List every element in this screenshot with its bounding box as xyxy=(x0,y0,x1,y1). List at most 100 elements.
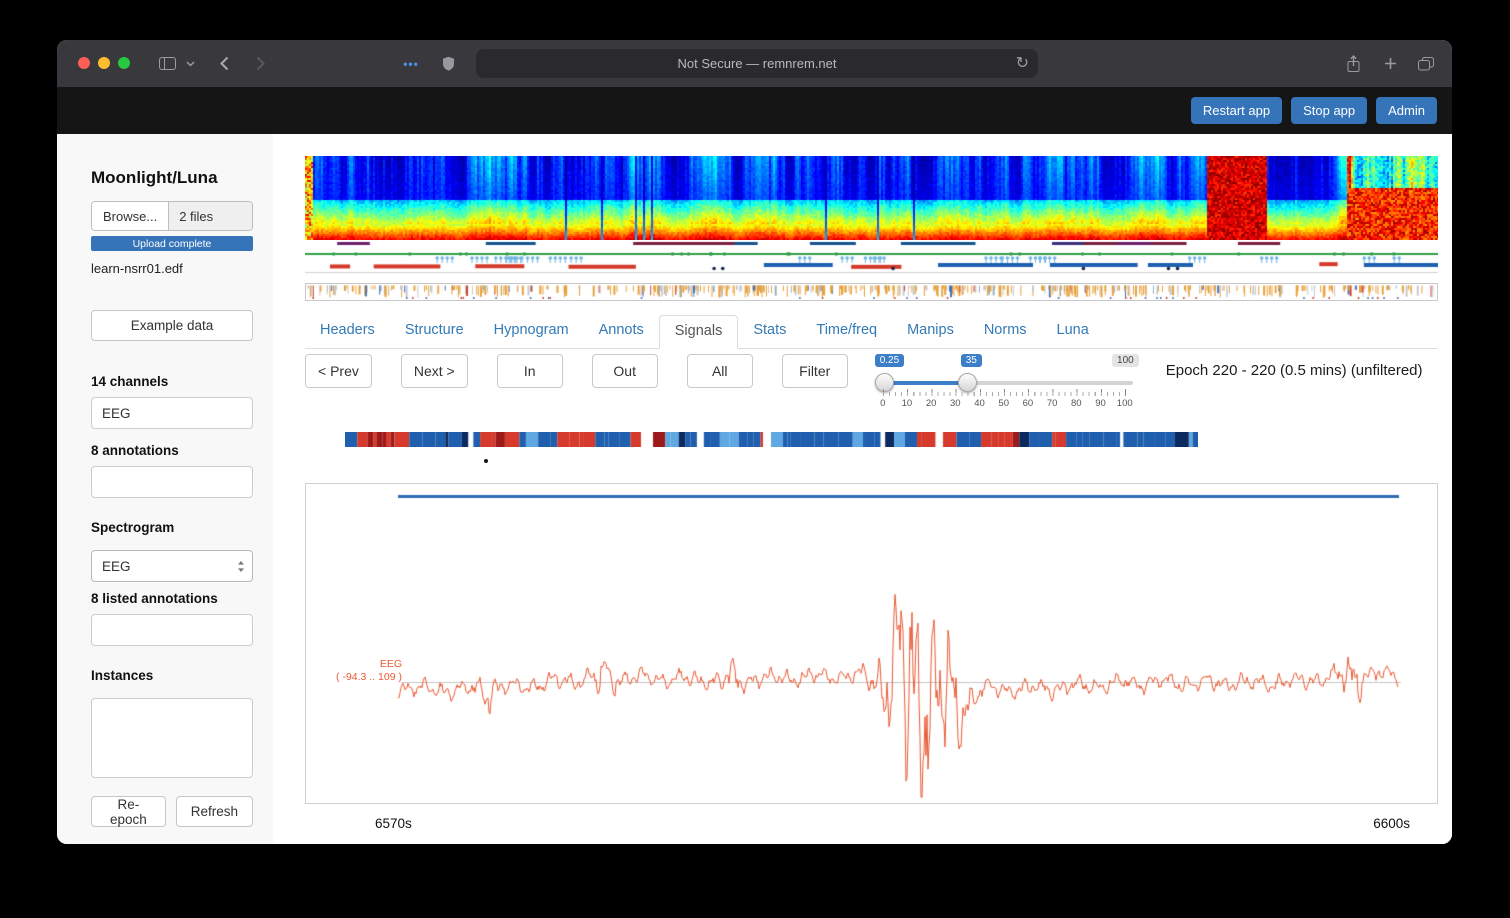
example-data-button[interactable]: Example data xyxy=(91,310,253,341)
slider-max-value: 100 xyxy=(1112,354,1139,367)
zoom-in-button[interactable]: In xyxy=(496,354,563,388)
annotation-tracks[interactable] xyxy=(305,241,1438,281)
reepoch-button[interactable]: Re-epoch xyxy=(91,796,166,827)
slider-range-fill xyxy=(883,381,967,385)
signal-channel-name: EEG xyxy=(379,658,402,670)
upload-status-text: Upload complete xyxy=(132,237,212,250)
address-text: Not Secure — remnrem.net xyxy=(677,56,837,71)
share-icon xyxy=(1347,54,1359,72)
desktop: { "colors": { "accent_blue": "#3574b9", … xyxy=(0,0,1510,918)
app-header: Restart app Stop app Admin xyxy=(57,87,1452,134)
forward-arrow-icon xyxy=(256,56,265,71)
tab-timefreq[interactable]: Time/freq xyxy=(801,315,892,348)
listed-annotations-heading: 8 listed annotations xyxy=(91,591,218,606)
tab-hypnogram[interactable]: Hypnogram xyxy=(479,315,584,348)
spectrogram-heading: Spectrogram xyxy=(91,520,175,535)
annotation-barcode-panel[interactable] xyxy=(305,283,1438,301)
forward-button[interactable] xyxy=(253,40,267,87)
eeg-signal-plot[interactable] xyxy=(306,484,1437,803)
spectrogram-selected-value: EEG xyxy=(102,558,131,574)
channels-heading: 14 channels xyxy=(91,374,169,389)
channels-select[interactable]: EEG xyxy=(91,397,253,429)
back-arrow-icon xyxy=(219,56,228,71)
slider-tick-labels: 0 10 20 30 40 50 60 70 80 90 100 xyxy=(880,398,1133,410)
listed-annotations-select[interactable] xyxy=(91,614,253,646)
refresh-button[interactable]: Refresh xyxy=(175,796,253,827)
spectrogram-channel-select[interactable]: EEG xyxy=(91,550,253,582)
signal-plot-panel: EEG ( -94.3 .. 109 ) xyxy=(305,483,1438,804)
upload-progress-bar: Upload complete xyxy=(91,236,253,251)
prev-epoch-button[interactable]: < Prev xyxy=(305,354,372,388)
restart-app-button[interactable]: Restart app xyxy=(1190,97,1283,124)
end-time-label: 6600s xyxy=(1373,816,1410,831)
plus-icon xyxy=(1384,58,1396,69)
sidebar-toggle-button[interactable] xyxy=(155,40,179,87)
annotation-barcode xyxy=(306,284,1437,300)
browse-button[interactable]: Browse... xyxy=(92,202,170,230)
sidebar: Moonlight/Luna Browse... 2 files Upload … xyxy=(57,134,273,844)
loaded-filename: learn-nsrr01.edf xyxy=(91,261,183,276)
slider-tick-label: 90 xyxy=(1095,398,1106,409)
tab-annots[interactable]: Annots xyxy=(584,315,659,348)
stop-app-button[interactable]: Stop app xyxy=(1291,97,1368,124)
tab-luna[interactable]: Luna xyxy=(1042,315,1104,348)
instances-heading: Instances xyxy=(91,668,154,683)
slider-low-value: 0.25 xyxy=(874,354,905,367)
time-axis-labels: 6570s 6600s xyxy=(305,804,1438,831)
epoch-hypnogram-band[interactable] xyxy=(345,432,1198,447)
signal-range-text: ( -94.3 .. 109 ) xyxy=(336,671,402,683)
address-bar[interactable]: Not Secure — remnrem.net ↻ xyxy=(476,49,1038,78)
back-button[interactable] xyxy=(217,40,231,87)
tab-structure[interactable]: Structure xyxy=(390,315,479,348)
main-content: Headers Structure Hypnogram Annots Signa… xyxy=(273,134,1452,844)
slider-tick-label: 60 xyxy=(1022,398,1034,409)
window-controls xyxy=(78,57,130,69)
tab-overview-button[interactable] xyxy=(1417,40,1435,87)
filter-button[interactable]: Filter xyxy=(781,354,848,388)
extension-dots-icon: ••• xyxy=(403,56,419,71)
slider-tick-label: 20 xyxy=(925,398,937,409)
epoch-controls: < Prev Next > In Out All Filter 0.25 35 … xyxy=(305,354,1438,412)
show-all-button[interactable]: All xyxy=(686,354,753,388)
instances-list[interactable] xyxy=(91,698,253,778)
admin-button[interactable]: Admin xyxy=(1376,97,1437,124)
sidebar-icon xyxy=(158,57,176,70)
zoom-window-button[interactable] xyxy=(118,57,130,69)
share-button[interactable] xyxy=(1344,40,1362,87)
slider-tick-label: 40 xyxy=(974,398,985,409)
frequency-range-slider: 0.25 35 100 0 10 20 30 40 50 60 70 80 90 100 xyxy=(874,354,1139,412)
slider-tick-label: 0 xyxy=(880,398,886,409)
spectrogram-image[interactable] xyxy=(305,156,1438,240)
tab-manips[interactable]: Manips xyxy=(892,315,969,348)
browser-toolbar: ••• Not Secure — remnrem.net ↻ xyxy=(57,40,1452,87)
shield-icon xyxy=(442,56,454,71)
file-upload-control: Browse... 2 files xyxy=(91,201,253,231)
minimize-window-button[interactable] xyxy=(98,57,110,69)
slider-tick-label: 50 xyxy=(998,398,1010,409)
privacy-report-button[interactable] xyxy=(439,40,457,87)
tab-bar: Headers Structure Hypnogram Annots Signa… xyxy=(305,315,1438,349)
slider-tick-label: 80 xyxy=(1071,398,1082,409)
zoom-out-button[interactable]: Out xyxy=(591,354,658,388)
files-count-label: 2 files xyxy=(169,202,252,230)
tab-stats[interactable]: Stats xyxy=(738,315,801,348)
close-window-button[interactable] xyxy=(78,57,90,69)
extensions-button[interactable]: ••• xyxy=(400,40,422,87)
signal-channel-label: EEG ( -94.3 .. 109 ) xyxy=(324,658,402,684)
tab-norms[interactable]: Norms xyxy=(969,315,1042,348)
epoch-status-text: Epoch 220 - 220 (0.5 mins) (unfiltered) xyxy=(1165,362,1423,379)
annotations-heading: 8 annotations xyxy=(91,443,179,458)
reload-button[interactable]: ↻ xyxy=(1016,53,1029,74)
sidebar-chevron-button[interactable] xyxy=(184,40,196,87)
new-tab-button[interactable] xyxy=(1382,40,1398,87)
chevron-down-icon xyxy=(185,60,195,67)
annotation-dot xyxy=(484,459,488,463)
channel-selected-value: EEG xyxy=(102,405,131,421)
next-epoch-button[interactable]: Next > xyxy=(400,354,468,388)
select-stepper-icon xyxy=(238,560,244,572)
slider-tick-label: 10 xyxy=(901,398,913,409)
slider-ruler-minor-ticks xyxy=(882,392,1125,396)
annotations-select[interactable] xyxy=(91,466,253,498)
tab-headers[interactable]: Headers xyxy=(305,315,390,348)
tab-signals[interactable]: Signals xyxy=(658,315,739,349)
